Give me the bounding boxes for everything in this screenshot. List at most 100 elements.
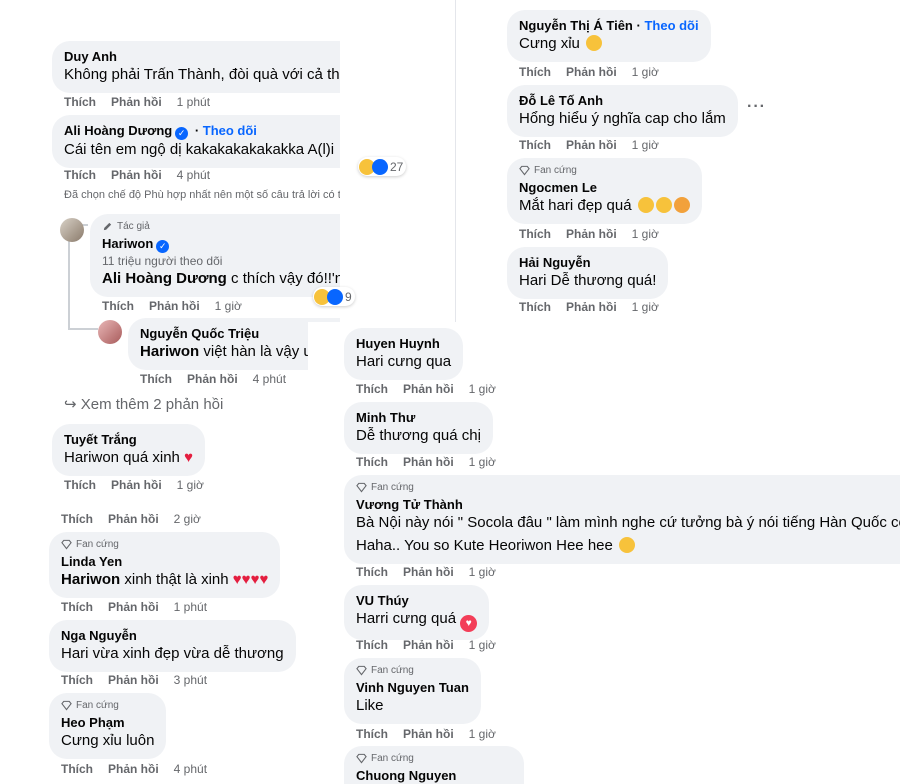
reply-button[interactable]: Phản hồi bbox=[108, 512, 159, 526]
like-button[interactable]: Thích bbox=[61, 762, 93, 776]
timestamp[interactable]: 2 giờ bbox=[174, 512, 201, 526]
mention-link[interactable]: Ali Hoàng Dương bbox=[102, 270, 227, 287]
timestamp[interactable]: 1 giờ bbox=[632, 300, 659, 314]
reply-button[interactable]: Phản hồi bbox=[566, 138, 617, 152]
reply-button[interactable]: Phản hồi bbox=[403, 727, 454, 741]
like-button[interactable]: Thích bbox=[61, 600, 93, 614]
commenter-name[interactable]: Vinh Nguyen Tuan bbox=[356, 679, 469, 696]
like-button[interactable]: Thích bbox=[61, 673, 93, 687]
timestamp[interactable]: 1 giờ bbox=[469, 565, 496, 579]
timestamp[interactable]: 4 phút bbox=[177, 168, 210, 182]
timestamp[interactable]: 3 phút bbox=[174, 673, 207, 687]
timestamp[interactable]: 4 phút bbox=[174, 762, 207, 776]
reaction-count[interactable]: 9 bbox=[313, 287, 355, 306]
reply-button[interactable]: Phản hồi bbox=[403, 455, 454, 469]
like-button[interactable]: Thích bbox=[64, 95, 96, 109]
timestamp[interactable]: 4 phút bbox=[253, 372, 286, 386]
timestamp[interactable]: 1 giờ bbox=[632, 65, 659, 79]
reaction-count[interactable]: 27 bbox=[358, 157, 407, 176]
commenter-name[interactable]: VU Thúy bbox=[356, 592, 477, 609]
reply-button[interactable]: Phản hồi bbox=[187, 372, 238, 386]
commenter-name[interactable]: Ngocmen Le bbox=[519, 179, 690, 196]
commenter-name[interactable]: Chuong Nguyen bbox=[356, 767, 512, 784]
comment-bubble-tuyet: Tuyết Trắng Hariwon quá xinh ♥ bbox=[52, 424, 205, 476]
reply-button[interactable]: Phản hồi bbox=[108, 762, 159, 776]
comment-actions: Thích Phản hồi 1 phút bbox=[64, 95, 210, 110]
commenter-name[interactable]: Minh Thư bbox=[356, 409, 481, 426]
commenter-name[interactable]: Đỗ Lê Tố Anh bbox=[519, 92, 726, 109]
like-button[interactable]: Thích bbox=[356, 727, 388, 741]
commenter-name[interactable]: Hariwon bbox=[102, 236, 153, 251]
commenter-name[interactable]: Duy Anh bbox=[64, 48, 340, 65]
heart-icon: ♥♥♥♥ bbox=[232, 571, 269, 588]
commenter-name[interactable]: Vương Tử Thành bbox=[356, 496, 900, 513]
reply-button[interactable]: Phản hồi bbox=[403, 382, 454, 396]
middle-comment-panel: Huyen Huynh Hari cưng qua Thích Phản hồi 1… bbox=[308, 322, 900, 784]
timestamp[interactable]: 1 giờ bbox=[632, 138, 659, 152]
like-button[interactable]: Thích bbox=[356, 382, 388, 396]
timestamp[interactable]: 1 phút bbox=[177, 95, 210, 109]
see-more-label: Xem thêm 2 phản hồi bbox=[80, 396, 224, 413]
fan-badge: Fan cứng bbox=[61, 699, 154, 712]
fan-badge-label: Fan cứng bbox=[371, 665, 414, 676]
heart-icon: ♥ bbox=[184, 449, 193, 466]
reply-button[interactable]: Phản hồi bbox=[149, 299, 200, 313]
like-button[interactable]: Thích bbox=[102, 299, 134, 313]
comment-actions: Thích Phản hồi 1 giờ bbox=[519, 300, 659, 315]
comment-bubble-vuthuy: VU Thúy Harri cưng quá ♥ bbox=[344, 585, 490, 640]
commenter-name[interactable]: Huyen Huynh bbox=[356, 335, 451, 352]
like-button[interactable]: Thích bbox=[519, 138, 551, 152]
commenter-name[interactable]: Ali Hoàng Dương bbox=[64, 123, 172, 138]
comment-bubble-minh: Minh Thư Dễ thương quá chị bbox=[344, 402, 493, 454]
see-more-replies-button[interactable]: ↪ Xem thêm 2 phản hồi bbox=[64, 395, 223, 413]
like-button[interactable]: Thích bbox=[519, 65, 551, 79]
avatar[interactable] bbox=[98, 320, 122, 344]
commenter-name[interactable]: Nguyễn Thị Á Tiên bbox=[519, 18, 633, 33]
like-button[interactable]: Thích bbox=[519, 300, 551, 314]
reply-button[interactable]: Phản hồi bbox=[566, 300, 617, 314]
more-options-icon[interactable]: ··· bbox=[747, 98, 766, 116]
timestamp[interactable]: 1 giờ bbox=[632, 227, 659, 241]
reply-button[interactable]: Phản hồi bbox=[566, 65, 617, 79]
diamond-icon bbox=[61, 539, 72, 550]
like-button[interactable]: Thích bbox=[140, 372, 172, 386]
follow-button[interactable]: Theo dõi bbox=[644, 18, 698, 33]
timestamp[interactable]: 1 giờ bbox=[177, 478, 204, 492]
like-button[interactable]: Thích bbox=[519, 227, 551, 241]
mention-link[interactable]: Hariwon bbox=[140, 343, 199, 360]
reply-button[interactable]: Phản hồi bbox=[111, 478, 162, 492]
timestamp[interactable]: 1 giờ bbox=[469, 455, 496, 469]
like-button[interactable]: Thích bbox=[356, 455, 388, 469]
comment-bubble-ali: Ali Hoàng Dương ✓ · Theo dõi Cái tên em n… bbox=[52, 115, 340, 168]
follow-button[interactable]: Theo dõi bbox=[203, 123, 257, 138]
avatar[interactable] bbox=[60, 218, 84, 242]
reply-button[interactable]: Phản hồi bbox=[108, 673, 159, 687]
timestamp[interactable]: 1 giờ bbox=[215, 299, 242, 313]
timestamp[interactable]: 1 giờ bbox=[469, 382, 496, 396]
timestamp[interactable]: 1 giờ bbox=[469, 727, 496, 741]
reply-button[interactable]: Phản hồi bbox=[111, 168, 162, 182]
verified-badge-icon: ✓ bbox=[175, 127, 189, 140]
like-button[interactable]: Thích bbox=[356, 638, 388, 652]
like-button[interactable]: Thích bbox=[356, 565, 388, 579]
comment-text: Hari vừa xinh đẹp vừa dễ thương bbox=[61, 645, 284, 662]
timestamp[interactable]: 1 phút bbox=[174, 600, 207, 614]
reply-button[interactable]: Phản hồi bbox=[566, 227, 617, 241]
like-button[interactable]: Thích bbox=[61, 512, 93, 526]
commenter-name[interactable]: Linda Yen bbox=[61, 553, 268, 570]
commenter-header: Nguyễn Thị Á Tiên · Theo dõi bbox=[519, 18, 699, 33]
reply-button[interactable]: Phản hồi bbox=[111, 95, 162, 109]
comment-actions: Thích Phản hồi 2 giờ bbox=[61, 512, 201, 527]
timestamp[interactable]: 1 giờ bbox=[469, 638, 496, 652]
commenter-name[interactable]: Hải Nguyễn bbox=[519, 254, 656, 271]
reply-button[interactable]: Phản hồi bbox=[403, 565, 454, 579]
mention-link[interactable]: Hariwon bbox=[61, 571, 120, 588]
like-button[interactable]: Thích bbox=[64, 168, 96, 182]
commenter-name[interactable]: Tuyết Trắng bbox=[64, 431, 193, 448]
reply-button[interactable]: Phản hồi bbox=[403, 638, 454, 652]
like-button[interactable]: Thích bbox=[64, 478, 96, 492]
commenter-name[interactable]: Heo Phạm bbox=[61, 714, 154, 731]
commenter-name[interactable]: Nga Nguyễn bbox=[61, 627, 284, 644]
right-comment-panel: Nguyễn Thị Á Tiên · Theo dõi Cưng xỉu Th… bbox=[455, 0, 900, 330]
reply-button[interactable]: Phản hồi bbox=[108, 600, 159, 614]
